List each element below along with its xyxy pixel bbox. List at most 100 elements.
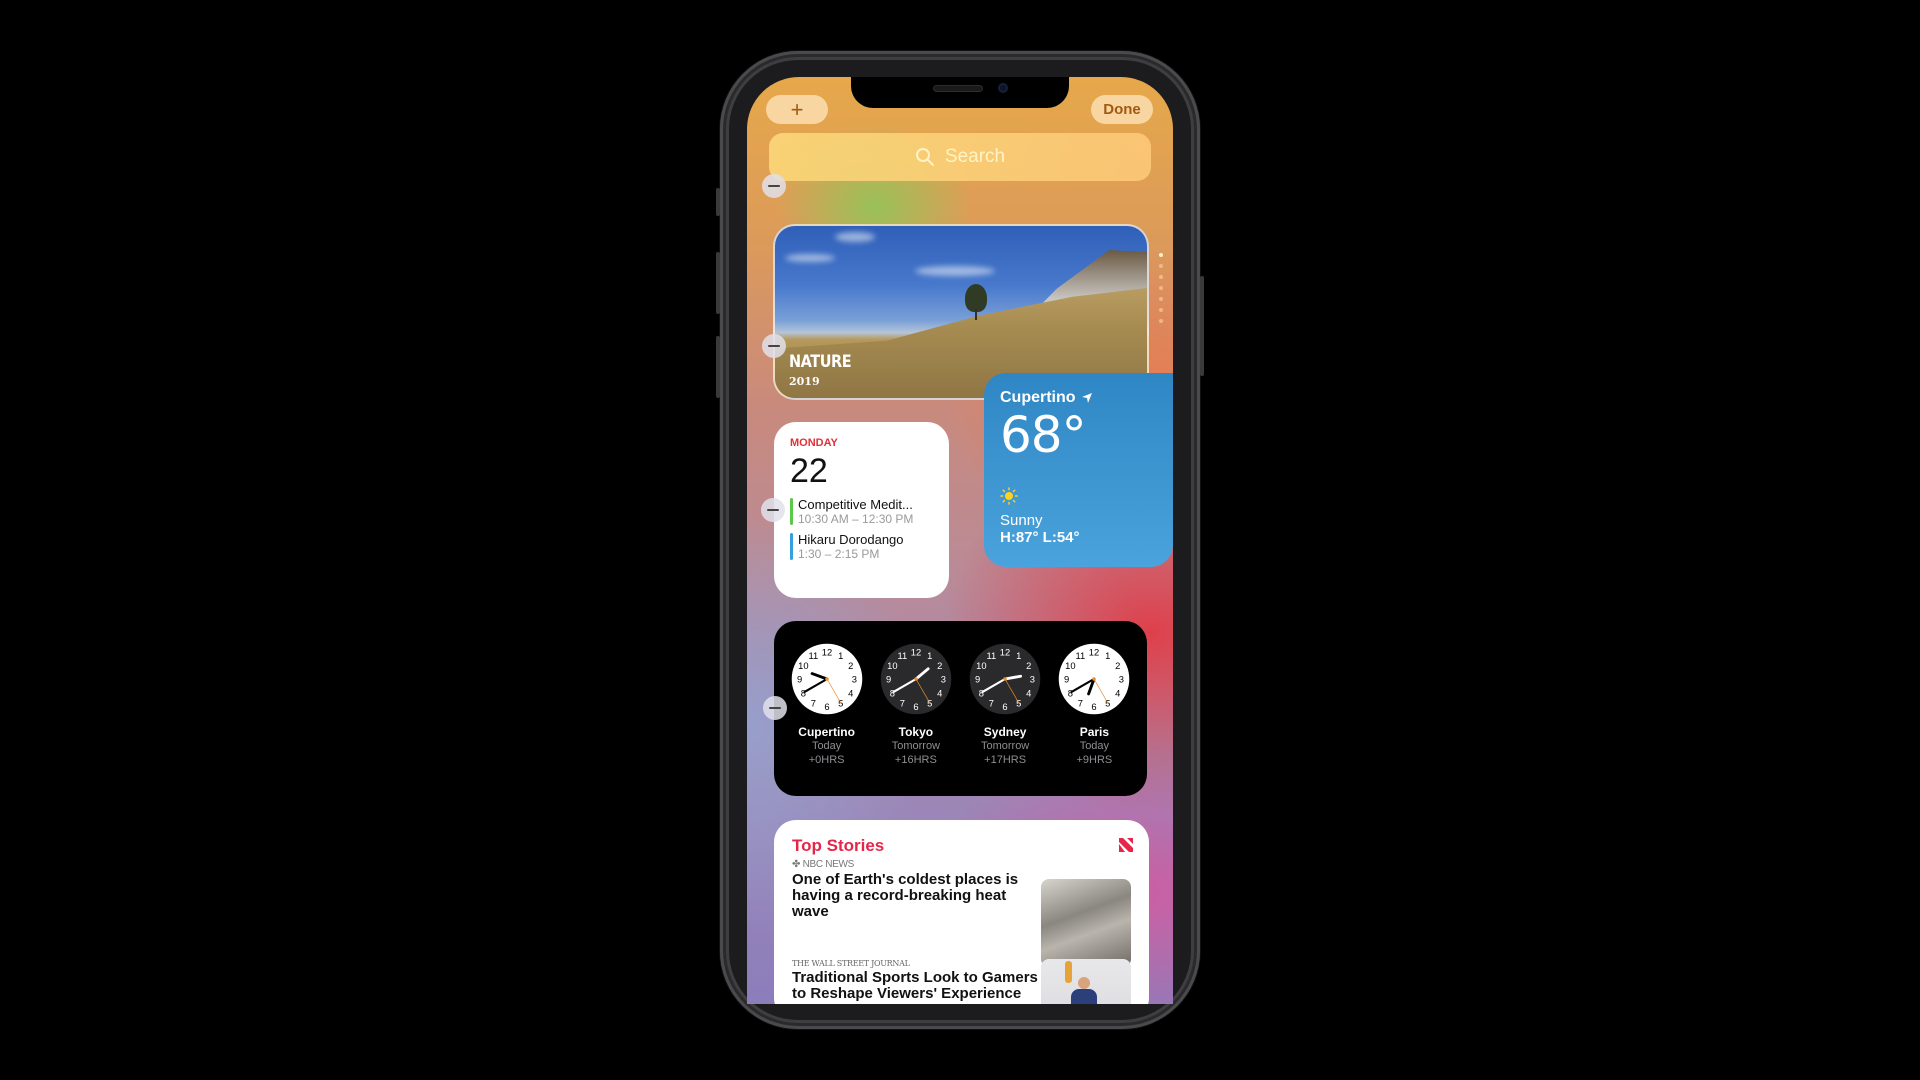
clock-numeral: 6 xyxy=(1003,702,1008,712)
minus-icon xyxy=(768,185,780,187)
clock-city: Cupertino xyxy=(798,725,855,739)
apple-news-icon xyxy=(1118,837,1134,853)
clock-numeral: 10 xyxy=(976,661,986,671)
page-dot xyxy=(1159,319,1163,323)
clock-item: 123456789101112 Paris Today +9HRS xyxy=(1054,643,1134,796)
clock-center-pin xyxy=(914,677,918,681)
clock-numeral: 2 xyxy=(1115,661,1120,671)
world-clock-widget[interactable]: 123456789101112 Cupertino Today +0HRS 12… xyxy=(774,621,1147,796)
minus-icon xyxy=(768,345,780,347)
remove-news-widget-button[interactable] xyxy=(763,696,787,720)
clock-center-pin xyxy=(1092,677,1097,681)
clock-day: Tomorrow xyxy=(980,740,1030,752)
clock-numeral: 3 xyxy=(941,675,946,685)
clock-item: 123456789101112 Tokyo Tomorrow +16HRS xyxy=(876,643,956,796)
clock-offset: +17HRS xyxy=(984,754,1027,766)
clock-numeral: 10 xyxy=(798,661,808,671)
news-story[interactable]: ✤ NBC NEWS One of Earth's coldest places… xyxy=(792,859,1131,967)
weather-location: Cupertino xyxy=(1000,389,1157,407)
clock-numeral: 4 xyxy=(1115,688,1120,698)
event-time: 1:30 – 2:15 PM xyxy=(798,547,880,561)
clock-day: Today xyxy=(811,740,842,752)
news-story[interactable]: THE WALL STREET JOURNAL Traditional Spor… xyxy=(792,959,1131,1004)
clock-numeral: 2 xyxy=(937,661,942,671)
clock-numeral: 4 xyxy=(1026,688,1031,698)
event-color-bar xyxy=(790,498,793,525)
calendar-event[interactable]: Hikaru Dorodango 1:30 – 2:15 PM xyxy=(790,532,933,561)
clock-offset: +16HRS xyxy=(894,754,937,766)
story-title: One of Earth's coldest places is having … xyxy=(792,871,1019,920)
clock-numeral: 11 xyxy=(808,651,818,661)
clock-center-pin xyxy=(824,677,829,681)
minus-icon xyxy=(769,707,781,709)
cloud xyxy=(785,254,835,262)
page-dot xyxy=(1159,308,1163,312)
side-button xyxy=(1200,276,1204,376)
clock-numeral: 4 xyxy=(848,688,853,698)
clock-numeral: 6 xyxy=(913,702,918,712)
home-screen-edit-mode: + Done Search NATURE 2019 MONDAY 22 Comp… xyxy=(747,77,1173,1004)
news-heading: Top Stories xyxy=(792,836,885,855)
clock-numeral: 12 xyxy=(1000,647,1010,657)
remove-clock-widget-button[interactable] xyxy=(761,498,785,522)
clock-numeral: 7 xyxy=(900,698,905,708)
clock-item: 123456789101112 Cupertino Today +0HRS xyxy=(787,643,867,796)
clock-numeral: 12 xyxy=(821,647,831,657)
memory-year: 2019 xyxy=(789,375,820,388)
thumbnail-figure xyxy=(1071,989,1097,1004)
news-widget[interactable]: Top Stories ✤ NBC NEWS One of Earth's co… xyxy=(774,820,1149,1004)
calendar-event[interactable]: Competitive Medit... 10:30 AM – 12:30 PM xyxy=(790,497,933,526)
clock-numeral: 1 xyxy=(838,651,843,661)
weather-high-low: H:87° L:54° xyxy=(1000,529,1080,546)
location-arrow-icon xyxy=(1081,393,1092,403)
analog-clock-face: 123456789101112 xyxy=(791,643,862,715)
calendar-date: 22 xyxy=(790,452,828,490)
weather-widget[interactable]: Cupertino 68° Sunny H:87° L:54° xyxy=(984,373,1173,567)
minus-icon xyxy=(767,509,779,511)
clock-numeral: 1 xyxy=(927,651,932,661)
done-button[interactable]: Done xyxy=(1091,95,1153,124)
analog-clock-face: 123456789101112 xyxy=(969,643,1041,715)
remove-photos-widget-button[interactable] xyxy=(762,174,786,198)
clock-offset: +0HRS xyxy=(808,754,845,766)
clock-numeral: 6 xyxy=(824,702,829,712)
event-color-bar xyxy=(790,533,793,560)
clock-numeral: 9 xyxy=(975,675,980,685)
clock-numeral: 11 xyxy=(897,651,907,661)
stack-page-indicator[interactable] xyxy=(1159,253,1163,323)
clock-numeral: 1 xyxy=(1016,651,1021,661)
clock-numeral: 9 xyxy=(886,675,891,685)
calendar-widget[interactable]: MONDAY 22 Competitive Medit... 10:30 AM … xyxy=(774,422,949,598)
thumbnail-foam-finger xyxy=(1065,961,1072,983)
clock-center-pin xyxy=(1003,677,1007,681)
calendar-weekday: MONDAY xyxy=(790,437,838,449)
clock-city: Sydney xyxy=(983,725,1027,739)
analog-clock-face: 123456789101112 xyxy=(1059,643,1130,715)
weather-city: Cupertino xyxy=(1000,389,1076,406)
clock-numeral: 11 xyxy=(1076,651,1086,661)
story-thumbnail xyxy=(1041,959,1131,1004)
thumbnail-figure-head xyxy=(1078,977,1090,989)
photo-tree-trunk xyxy=(975,308,977,320)
clock-numeral: 3 xyxy=(1030,675,1035,685)
sun-icon xyxy=(1000,487,1018,505)
remove-calendar-widget-button[interactable] xyxy=(762,334,786,358)
add-widget-button[interactable]: + xyxy=(766,95,828,124)
search-icon xyxy=(915,148,934,166)
clock-numeral: 2 xyxy=(848,661,853,671)
volume-up-button xyxy=(716,252,720,314)
clock-city: Tokyo xyxy=(898,725,934,739)
clock-numeral: 8 xyxy=(890,688,895,698)
analog-clock-face: 123456789101112 xyxy=(880,643,952,715)
clock-numeral: 12 xyxy=(1089,647,1099,657)
story-source-name: NBC NEWS xyxy=(802,859,855,870)
clock-numeral: 7 xyxy=(989,698,994,708)
clock-numeral: 12 xyxy=(911,647,921,657)
story-thumbnail xyxy=(1041,879,1131,967)
cloud xyxy=(835,232,875,242)
story-title: Traditional Sports Look to Gamers to Res… xyxy=(792,969,1038,1002)
clock-numeral: 6 xyxy=(1092,702,1097,712)
page-dot xyxy=(1159,286,1163,290)
clock-numeral: 8 xyxy=(979,688,984,698)
widget-search-field[interactable]: Search xyxy=(769,133,1151,181)
